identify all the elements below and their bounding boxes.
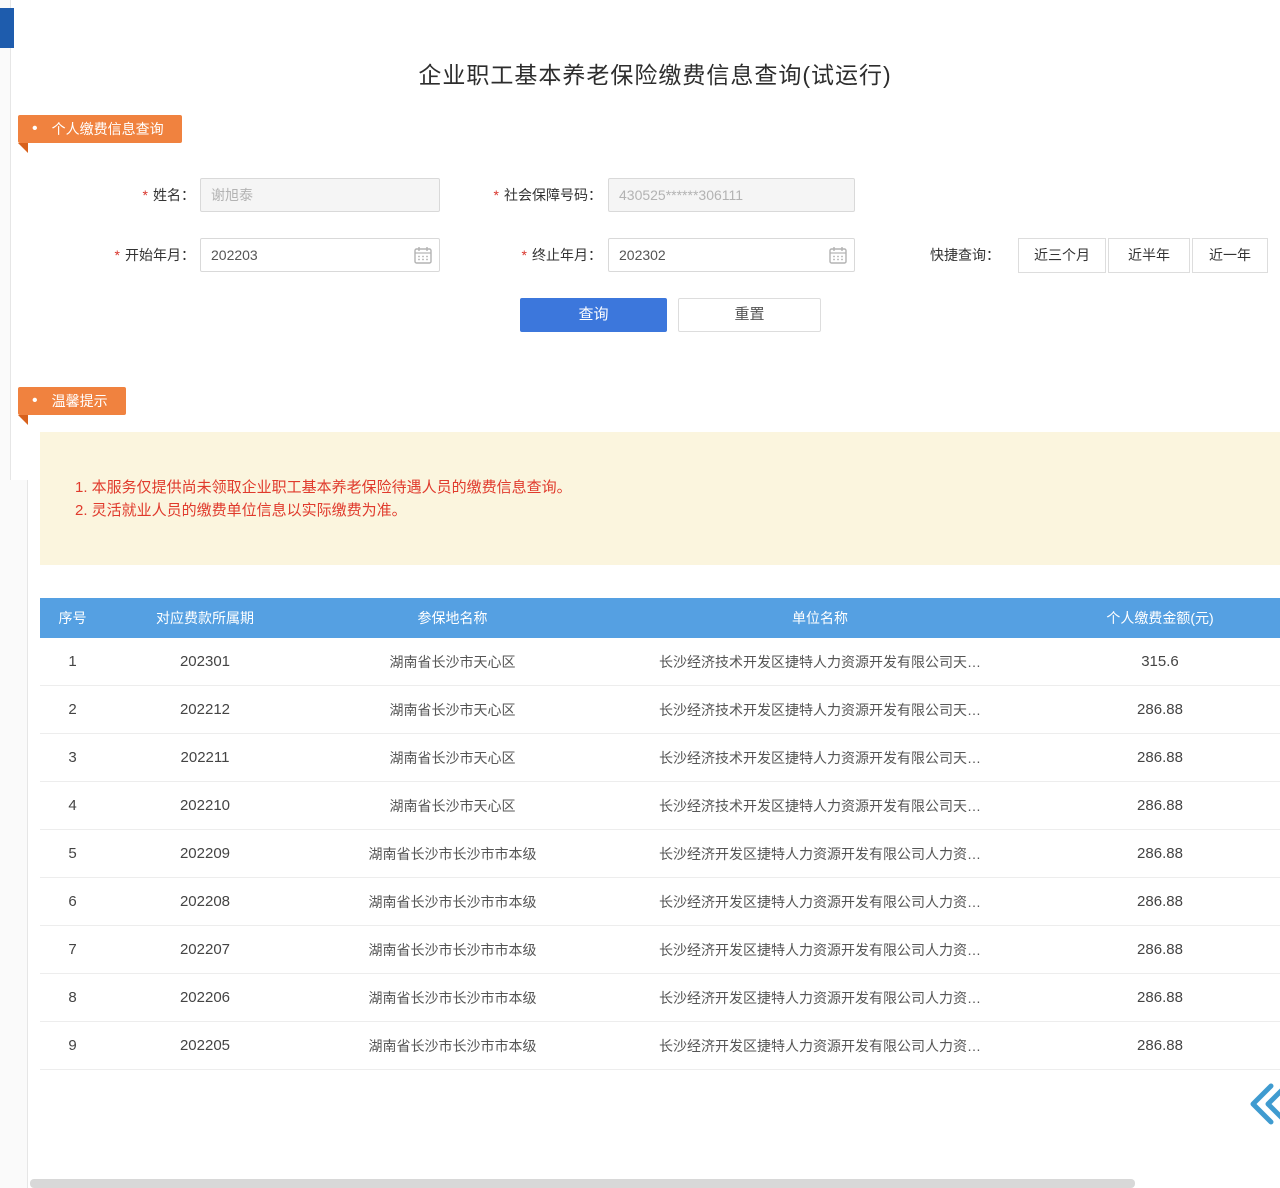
cell-insured-place: 湖南省长沙市天心区	[305, 748, 600, 768]
table-header-employer: 单位名称	[600, 608, 1040, 628]
quick-query-last-half-year-button[interactable]: 近半年	[1108, 238, 1190, 273]
section-badge-label: 温馨提示	[52, 393, 108, 409]
cell-period: 202207	[105, 941, 305, 958]
cell-employer: 长沙经济开发区捷特人力资源开发有限公司人力资…	[600, 940, 1040, 960]
table-row: 2 202212 湖南省长沙市天心区 长沙经济技术开发区捷特人力资源开发有限公司…	[40, 686, 1280, 734]
required-asterisk: *	[143, 187, 148, 203]
table-header-index: 序号	[40, 608, 105, 628]
start-month-label: *开始年月：	[60, 238, 195, 272]
cell-amount: 286.88	[1040, 893, 1280, 910]
start-month-field[interactable]	[200, 238, 440, 272]
section-badge-notice: • 温馨提示	[18, 387, 126, 415]
cell-index: 8	[40, 989, 105, 1006]
cell-index: 9	[40, 1037, 105, 1054]
cell-index: 5	[40, 845, 105, 862]
cell-amount: 286.88	[1040, 797, 1280, 814]
cell-index: 2	[40, 701, 105, 718]
horizontal-scrollbar[interactable]	[30, 1179, 1135, 1188]
cell-insured-place: 湖南省长沙市天心区	[305, 652, 600, 672]
collapse-double-chevron-left-icon[interactable]	[1244, 1080, 1280, 1128]
cell-amount: 286.88	[1040, 1037, 1280, 1054]
ribbon-fold	[18, 415, 28, 425]
cell-index: 3	[40, 749, 105, 766]
cell-index: 7	[40, 941, 105, 958]
page: 企业职工基本养老保险缴费信息查询(试运行) • 个人缴费信息查询 *姓名： *社会…	[0, 0, 1280, 1188]
search-button[interactable]: 查询	[520, 298, 667, 332]
cell-amount: 286.88	[1040, 941, 1280, 958]
table-row: 9 202205 湖南省长沙市长沙市市本级 长沙经济开发区捷特人力资源开发有限公…	[40, 1022, 1280, 1070]
ssn-field[interactable]	[608, 178, 855, 212]
table-header-insured-place: 参保地名称	[305, 608, 600, 628]
cell-period: 202211	[105, 749, 305, 766]
section-badge-personal-payment-query: • 个人缴费信息查询	[18, 115, 182, 143]
table-header-row: 序号 对应费款所属期 参保地名称 单位名称 个人缴费金额(元)	[40, 598, 1280, 638]
end-month-label: *终止年月：	[430, 238, 602, 272]
cell-amount: 286.88	[1040, 989, 1280, 1006]
calendar-icon[interactable]	[829, 246, 847, 264]
left-gutter	[0, 0, 28, 1188]
cell-period: 202205	[105, 1037, 305, 1054]
table-row: 4 202210 湖南省长沙市天心区 长沙经济技术开发区捷特人力资源开发有限公司…	[40, 782, 1280, 830]
cell-insured-place: 湖南省长沙市长沙市市本级	[305, 1036, 600, 1056]
ribbon-fold	[18, 143, 28, 153]
cell-period: 202210	[105, 797, 305, 814]
cell-index: 1	[40, 653, 105, 670]
table-row: 8 202206 湖南省长沙市长沙市市本级 长沙经济开发区捷特人力资源开发有限公…	[40, 974, 1280, 1022]
section-badge-label: 个人缴费信息查询	[52, 121, 164, 137]
reset-button[interactable]: 重置	[678, 298, 821, 332]
cell-period: 202209	[105, 845, 305, 862]
name-label: *姓名：	[60, 178, 195, 212]
required-asterisk: *	[494, 187, 499, 203]
cell-period: 202301	[105, 653, 305, 670]
cell-period: 202206	[105, 989, 305, 1006]
cell-amount: 286.88	[1040, 749, 1280, 766]
cell-amount: 315.6	[1040, 653, 1280, 670]
notice-box: 1. 本服务仅提供尚未领取企业职工基本养老保险待遇人员的缴费信息查询。 2. 灵…	[40, 432, 1280, 565]
table-row: 6 202208 湖南省长沙市长沙市市本级 长沙经济开发区捷特人力资源开发有限公…	[40, 878, 1280, 926]
quick-query-last-year-button[interactable]: 近一年	[1192, 238, 1268, 273]
table-header-period: 对应费款所属期	[105, 608, 305, 628]
cell-employer: 长沙经济技术开发区捷特人力资源开发有限公司天…	[600, 652, 1040, 672]
required-asterisk: *	[522, 247, 527, 263]
cell-insured-place: 湖南省长沙市长沙市市本级	[305, 892, 600, 912]
table-row: 3 202211 湖南省长沙市天心区 长沙经济技术开发区捷特人力资源开发有限公司…	[40, 734, 1280, 782]
table-row: 7 202207 湖南省长沙市长沙市市本级 长沙经济开发区捷特人力资源开发有限公…	[40, 926, 1280, 974]
table-header-amount: 个人缴费金额(元)	[1040, 608, 1280, 628]
badge-bullet-icon: •	[32, 115, 38, 143]
quick-query-last-3-months-button[interactable]: 近三个月	[1018, 238, 1106, 273]
ssn-label: *社会保障号码：	[430, 178, 602, 212]
table-row: 1 202301 湖南省长沙市天心区 长沙经济技术开发区捷特人力资源开发有限公司…	[40, 638, 1280, 686]
table-row: 5 202209 湖南省长沙市长沙市市本级 长沙经济开发区捷特人力资源开发有限公…	[40, 830, 1280, 878]
payment-table: 序号 对应费款所属期 参保地名称 单位名称 个人缴费金额(元) 1 202301…	[40, 598, 1280, 1070]
table-body: 1 202301 湖南省长沙市天心区 长沙经济技术开发区捷特人力资源开发有限公司…	[40, 638, 1280, 1070]
cell-amount: 286.88	[1040, 701, 1280, 718]
cell-index: 4	[40, 797, 105, 814]
quick-query-label: 快捷查询：	[930, 238, 1000, 272]
cell-employer: 长沙经济开发区捷特人力资源开发有限公司人力资…	[600, 892, 1040, 912]
cell-period: 202208	[105, 893, 305, 910]
left-corner-tab	[0, 8, 14, 48]
cell-insured-place: 湖南省长沙市天心区	[305, 796, 600, 816]
badge-bullet-icon: •	[32, 387, 38, 415]
cell-insured-place: 湖南省长沙市天心区	[305, 700, 600, 720]
page-title: 企业职工基本养老保险缴费信息查询(试运行)	[30, 56, 1280, 90]
cell-insured-place: 湖南省长沙市长沙市市本级	[305, 988, 600, 1008]
cell-insured-place: 湖南省长沙市长沙市市本级	[305, 844, 600, 864]
cell-period: 202212	[105, 701, 305, 718]
name-field[interactable]	[200, 178, 440, 212]
cell-employer: 长沙经济技术开发区捷特人力资源开发有限公司天…	[600, 796, 1040, 816]
cell-employer: 长沙经济开发区捷特人力资源开发有限公司人力资…	[600, 988, 1040, 1008]
cell-employer: 长沙经济技术开发区捷特人力资源开发有限公司天…	[600, 748, 1040, 768]
cell-employer: 长沙经济开发区捷特人力资源开发有限公司人力资…	[600, 1036, 1040, 1056]
cell-insured-place: 湖南省长沙市长沙市市本级	[305, 940, 600, 960]
cell-employer: 长沙经济技术开发区捷特人力资源开发有限公司天…	[600, 700, 1040, 720]
cell-amount: 286.88	[1040, 845, 1280, 862]
cell-index: 6	[40, 893, 105, 910]
notice-line: 1. 本服务仅提供尚未领取企业职工基本养老保险待遇人员的缴费信息查询。	[75, 476, 572, 497]
notice-line: 2. 灵活就业人员的缴费单位信息以实际缴费为准。	[75, 499, 407, 520]
required-asterisk: *	[115, 247, 120, 263]
cell-employer: 长沙经济开发区捷特人力资源开发有限公司人力资…	[600, 844, 1040, 864]
end-month-field[interactable]	[608, 238, 855, 272]
